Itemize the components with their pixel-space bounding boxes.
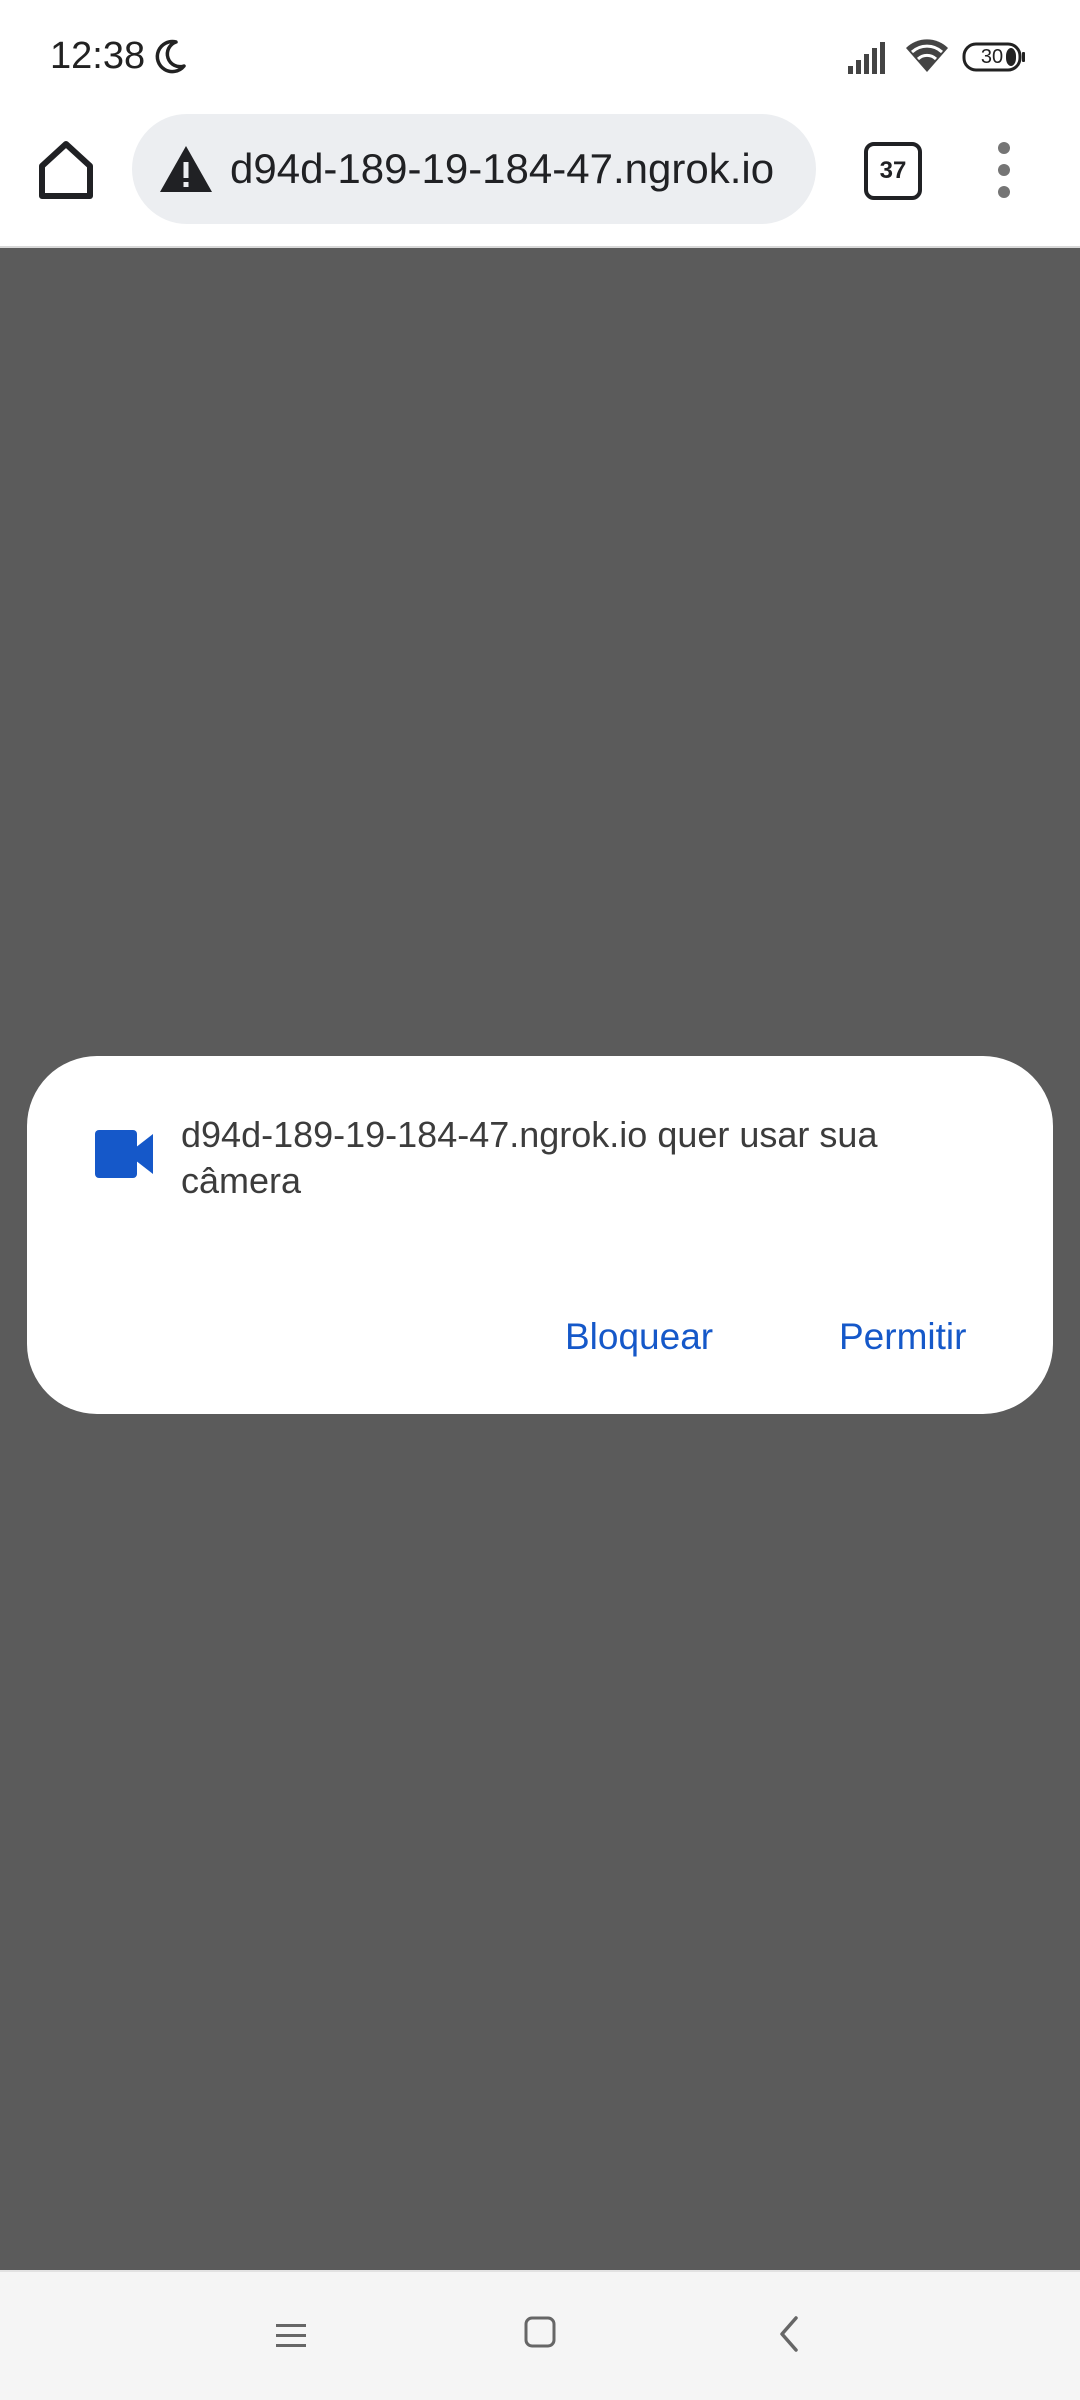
menu-dot: [998, 186, 1010, 198]
system-nav-bar: [0, 2270, 1080, 2400]
menu-dot: [998, 142, 1010, 154]
signal-icon: [848, 42, 885, 74]
back-chevron-icon[interactable]: [774, 2312, 804, 2356]
warning-icon[interactable]: [158, 144, 214, 194]
home-icon[interactable]: [28, 132, 104, 208]
block-button[interactable]: Bloquear: [565, 1314, 713, 1360]
square-home-icon[interactable]: [522, 2314, 558, 2350]
wifi-icon: [906, 39, 948, 72]
address-bar[interactable]: d94d-189-19-184-47.ngrok.io: [132, 114, 816, 224]
moon-icon: [155, 39, 186, 74]
camera-permission-dialog: d94d-189-19-184-47.ngrok.io quer usar su…: [27, 1056, 1053, 1414]
more-vert-icon[interactable]: [976, 132, 1032, 208]
tabs-count: 37: [879, 157, 907, 184]
phone-screen: 12:38 30 d94d-189-19-184-47.ngrok.io 37 …: [0, 0, 1080, 2400]
url-text[interactable]: d94d-189-19-184-47.ngrok.io: [230, 114, 774, 224]
menu-icon[interactable]: [272, 2316, 312, 2356]
status-time: 12:38: [50, 35, 146, 77]
allow-button[interactable]: Permitir: [839, 1314, 966, 1360]
menu-dot: [998, 164, 1010, 176]
status-bar: 12:38 30: [0, 0, 1080, 110]
battery-level: 30: [980, 46, 1004, 68]
videocam-icon: [95, 1130, 153, 1178]
browser-toolbar: d94d-189-19-184-47.ngrok.io 37: [0, 110, 1080, 248]
tabs-button[interactable]: 37: [864, 142, 922, 200]
dialog-message: d94d-189-19-184-47.ngrok.io quer usar su…: [181, 1114, 878, 1201]
